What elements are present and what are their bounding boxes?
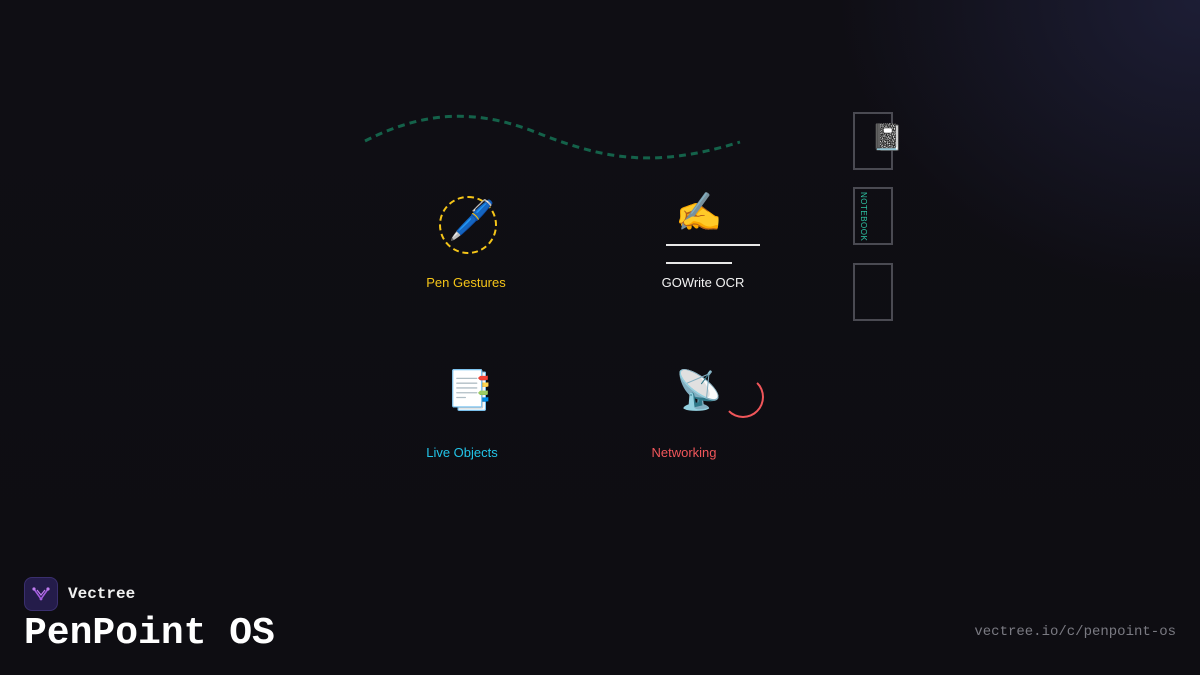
- feature-label: Networking: [651, 445, 717, 460]
- ocr-line: [666, 244, 760, 246]
- source-url: vectree.io/c/penpoint-os: [974, 624, 1176, 640]
- brand: Vectree: [24, 577, 135, 611]
- feature-label: Live Objects: [426, 445, 498, 460]
- vectree-logo-icon: [24, 577, 58, 611]
- feature-label: Pen Gestures: [426, 275, 506, 290]
- page-title: PenPoint OS: [24, 612, 275, 655]
- slide-canvas: 🖊️ Pen Gestures ✍️ GOWrite OCR 📑 Live Ob…: [0, 0, 1200, 675]
- feature-label: GOWrite OCR: [661, 275, 745, 290]
- notebook-tab: NOTEBOOK: [853, 187, 893, 245]
- notebook-icon: 📓: [871, 122, 904, 152]
- decorative-wave: [364, 114, 741, 160]
- brand-name: Vectree: [68, 585, 136, 603]
- satellite-antenna-icon: 📡: [675, 370, 723, 412]
- writing-hand-icon: ✍️: [675, 192, 723, 234]
- notebook-label: NOTEBOOK: [859, 192, 868, 242]
- notebook-tab: 📓: [853, 112, 903, 170]
- ocr-line: [666, 262, 732, 264]
- pen-icon: 🖊️: [448, 200, 496, 242]
- notebook-tab: [853, 263, 893, 321]
- bookmark-tabs-icon: 📑: [446, 370, 494, 412]
